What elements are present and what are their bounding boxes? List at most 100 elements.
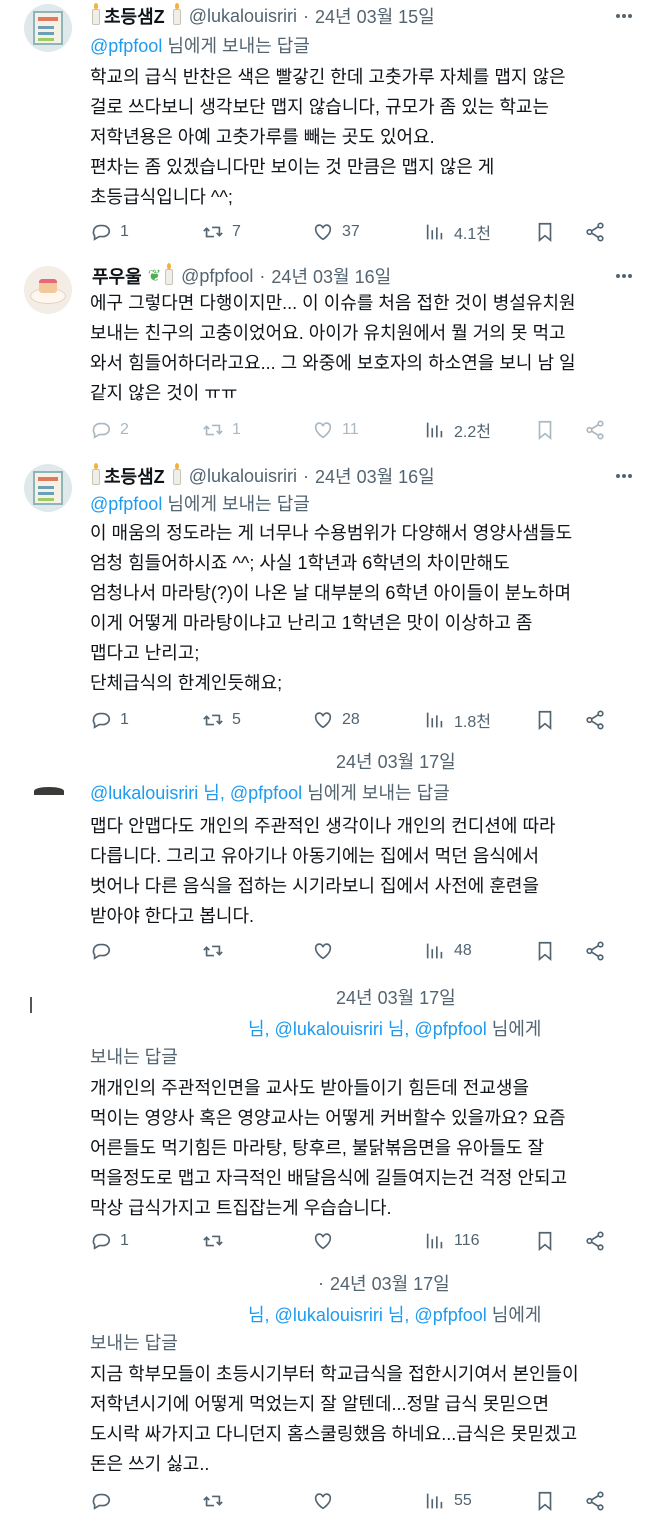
avatar[interactable] — [24, 769, 72, 817]
share-button[interactable] — [584, 939, 614, 963]
display-name[interactable]: 초등샘Z — [104, 463, 165, 489]
bookmark-button[interactable] — [534, 939, 564, 963]
reply-context: 님, @lukalouisriri 님, @pfpfool 님에게 — [248, 1305, 542, 1325]
share-icon — [586, 1231, 604, 1251]
views-button[interactable]: 55 — [424, 1489, 472, 1513]
mention-link[interactable]: @pfpfool — [90, 494, 162, 514]
tweet: · 24년 03월 17일 님, @lukalouisriri 님, @pfpf… — [0, 1265, 658, 1521]
share-button[interactable] — [584, 1489, 614, 1513]
display-name[interactable]: 푸우울 — [92, 263, 142, 289]
views-icon — [426, 224, 443, 240]
avatar[interactable] — [24, 4, 72, 52]
tweet: 초등샘Z @lukalouisriri · 24년 03월 15일 @pfpfo… — [0, 0, 658, 256]
share-icon — [586, 710, 604, 730]
retweet-icon — [203, 1495, 223, 1507]
reply-button[interactable]: 1 — [90, 708, 129, 732]
views-button[interactable]: 1.8천 — [424, 708, 491, 732]
candle-icon — [92, 463, 100, 485]
retweet-icon — [203, 226, 223, 238]
reply-button[interactable] — [90, 1489, 120, 1513]
timestamp[interactable]: 24년 03월 16일 — [315, 463, 435, 489]
bookmark-button[interactable] — [534, 1229, 564, 1253]
reply-icon — [92, 1233, 111, 1250]
action-bar: 1 7 37 4.1천 — [90, 220, 630, 244]
mention-link[interactable]: 님, @lukalouisriri 님, @pfpfool — [248, 1305, 487, 1325]
views-icon — [426, 943, 443, 959]
handle[interactable]: @lukalouisriri — [189, 466, 297, 487]
retweet-icon — [203, 1235, 223, 1247]
reply-button[interactable]: 1 — [90, 1229, 129, 1253]
share-button[interactable] — [584, 1229, 614, 1253]
views-icon — [426, 712, 443, 728]
tweet: 푸우울 ❦ @pfpfool · 24년 03월 16일 에구 그렇다면 다행이… — [0, 256, 658, 454]
display-name[interactable]: 초등샘Z — [104, 3, 165, 29]
action-bar: 1 5 28 1.8천 — [90, 708, 630, 732]
heart-icon — [314, 712, 332, 729]
retweet-icon — [203, 424, 223, 436]
views-icon — [426, 1493, 443, 1509]
timestamp[interactable]: 24년 03월 17일 — [330, 1270, 450, 1296]
timestamp[interactable]: 24년 03월 17일 — [336, 748, 456, 774]
reply-button[interactable]: 1 — [90, 220, 129, 244]
views-button[interactable]: 48 — [424, 939, 472, 963]
tweet-header: 24년 03월 17일 — [336, 749, 456, 773]
tweet-text: 개개인의 주관적인면을 교사도 받아들이기 힘든데 전교생을 먹이는 영양사 혹… — [90, 1078, 568, 1218]
share-button[interactable] — [584, 418, 614, 442]
action-bar: 48 — [90, 939, 630, 963]
avatar[interactable] — [24, 464, 72, 512]
reply-context: @pfpfool 님에게 보내는 답글 — [90, 494, 310, 514]
reply-context-cont: 보내는 답글 — [90, 1047, 178, 1067]
tweet-text: 맵다 안맵다도 개인의 주관적인 생각이나 개인의 컨디션에 따라 다릅니다. … — [90, 816, 556, 926]
like-button[interactable] — [312, 1229, 342, 1253]
tweet-text: 학교의 급식 반찬은 색은 빨갛긴 한데 고춧가루 자체를 맵지 않은 걸로 쓰… — [90, 67, 566, 207]
reply-button[interactable]: 2 — [90, 418, 129, 442]
retweet-button[interactable]: 5 — [202, 708, 241, 732]
handle[interactable]: @pfpfool — [181, 266, 253, 287]
retweet-button[interactable]: 7 — [202, 220, 241, 244]
timestamp[interactable]: 24년 03월 16일 — [271, 263, 391, 289]
tweet-text: 에구 그렇다면 다행이지만... 이 이슈를 처음 접한 것이 병설유치원 보내… — [90, 293, 576, 403]
timestamp[interactable]: 24년 03월 15일 — [315, 3, 435, 29]
retweet-button[interactable] — [202, 1229, 232, 1253]
more-icon[interactable] — [616, 474, 636, 480]
like-button[interactable] — [312, 939, 342, 963]
retweet-button[interactable] — [202, 1489, 232, 1513]
reply-context: @lukalouisriri 님, @pfpfool 님에게 보내는 답글 — [90, 783, 450, 803]
retweet-icon — [203, 945, 223, 957]
reply-icon — [92, 1493, 111, 1510]
bookmark-button[interactable] — [534, 708, 564, 732]
views-button[interactable]: 4.1천 — [424, 220, 491, 244]
retweet-icon — [203, 714, 223, 726]
share-icon — [586, 941, 604, 961]
share-button[interactable] — [584, 220, 614, 244]
tweet-header: 초등샘Z @lukalouisriri · 24년 03월 16일 — [90, 463, 435, 489]
avatar[interactable] — [24, 266, 72, 314]
action-bar: 2 1 11 2.2천 — [90, 418, 630, 442]
tweet-header: 24년 03월 17일 — [336, 985, 456, 1009]
bookmark-icon — [538, 710, 552, 731]
more-icon[interactable] — [616, 274, 636, 280]
reply-icon — [92, 943, 111, 960]
reply-button[interactable] — [90, 939, 120, 963]
bookmark-button[interactable] — [534, 220, 564, 244]
share-icon — [586, 222, 604, 242]
views-button[interactable]: 116 — [424, 1229, 480, 1253]
tweet: 초등샘Z @lukalouisriri · 24년 03월 16일 @pfpfo… — [0, 454, 658, 739]
like-button[interactable]: 11 — [312, 418, 359, 442]
timestamp[interactable]: 24년 03월 17일 — [336, 984, 456, 1010]
bookmark-button[interactable] — [534, 418, 564, 442]
bookmark-button[interactable] — [534, 1489, 564, 1513]
like-button[interactable] — [312, 1489, 342, 1513]
handle[interactable]: @lukalouisriri — [189, 6, 297, 27]
retweet-button[interactable] — [202, 939, 232, 963]
like-button[interactable]: 28 — [312, 708, 360, 732]
share-button[interactable] — [584, 708, 614, 732]
retweet-button[interactable]: 1 — [202, 418, 241, 442]
mention-link[interactable]: 님, @lukalouisriri 님, @pfpfool — [248, 1019, 487, 1039]
mention-link[interactable]: @pfpfool — [90, 36, 162, 56]
like-button[interactable]: 37 — [312, 220, 360, 244]
views-button[interactable]: 2.2천 — [424, 418, 491, 442]
more-icon[interactable] — [616, 14, 636, 20]
mention-link[interactable]: @lukalouisriri 님, @pfpfool — [90, 783, 302, 803]
tweet-header: · 24년 03월 17일 — [318, 1271, 450, 1295]
